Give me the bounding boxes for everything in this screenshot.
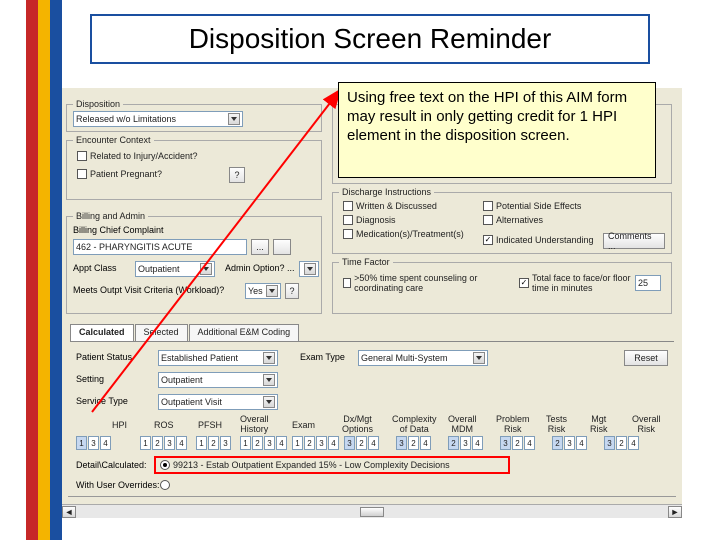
complexity-values[interactable]: 1234: [396, 436, 432, 450]
col-overall-mdm: Overall MDM: [448, 414, 477, 434]
mgt-risk-values[interactable]: 1234: [604, 436, 640, 450]
override-radio[interactable]: [160, 480, 173, 490]
horizontal-scrollbar[interactable]: ◄ ►: [62, 504, 682, 518]
exam-type-select[interactable]: General Multi-System: [358, 350, 488, 366]
tests-risk-values[interactable]: 1234: [552, 436, 588, 450]
potential-side-checkbox[interactable]: Potential Side Effects: [483, 201, 581, 211]
problem-risk-values[interactable]: 1234: [500, 436, 536, 450]
counseling-checkbox[interactable]: >50% time spent counseling or coordinati…: [343, 273, 503, 293]
comments-button[interactable]: Comments ...: [603, 233, 665, 249]
understanding-checkbox[interactable]: ✓Indicated Understanding: [483, 235, 594, 245]
scroll-right-icon[interactable]: ►: [668, 506, 682, 518]
discharge-group: Discharge Instructions Written & Discuss…: [332, 192, 672, 254]
face-time-input[interactable]: 25: [635, 275, 661, 291]
exam-values[interactable]: 1234: [292, 436, 340, 450]
col-mgt-risk: Mgt Risk: [590, 414, 608, 434]
time-factor-group: Time Factor >50% time spent counseling o…: [332, 262, 672, 314]
col-complexity: Complexity of Data: [392, 414, 437, 434]
ros-values[interactable]: 1234: [140, 436, 188, 450]
override-label: With User Overrides:: [76, 480, 160, 490]
callout-note: Using free text on the HPI of this AIM f…: [338, 82, 656, 178]
pfsh-values[interactable]: 123: [196, 436, 232, 450]
alternatives-checkbox[interactable]: Alternatives: [483, 215, 543, 225]
overall-history-values[interactable]: 1234: [240, 436, 288, 450]
scroll-left-icon[interactable]: ◄: [62, 506, 76, 518]
overall-mdm-values[interactable]: 1234: [448, 436, 484, 450]
medications-checkbox[interactable]: Medication(s)/Treatment(s): [343, 229, 464, 239]
chevron-down-icon: [473, 352, 485, 364]
face-time-checkbox[interactable]: ✓Total face to face/or floor time in min…: [519, 273, 632, 293]
hpi-values[interactable]: 1234: [76, 436, 112, 450]
page-title: Disposition Screen Reminder: [189, 23, 552, 55]
scroll-thumb[interactable]: [360, 507, 384, 517]
page-title-box: Disposition Screen Reminder: [90, 14, 650, 64]
col-overall-risk: Overall Risk: [632, 414, 661, 434]
highlight-box: [154, 456, 510, 474]
reset-button[interactable]: Reset: [624, 350, 668, 366]
col-tests-risk: Tests Risk: [546, 414, 567, 434]
detail-calc-label: Detail\Calculated:: [76, 460, 147, 470]
col-problem-risk: Problem Risk: [496, 414, 530, 434]
dxmgt-values[interactable]: 1234: [344, 436, 380, 450]
